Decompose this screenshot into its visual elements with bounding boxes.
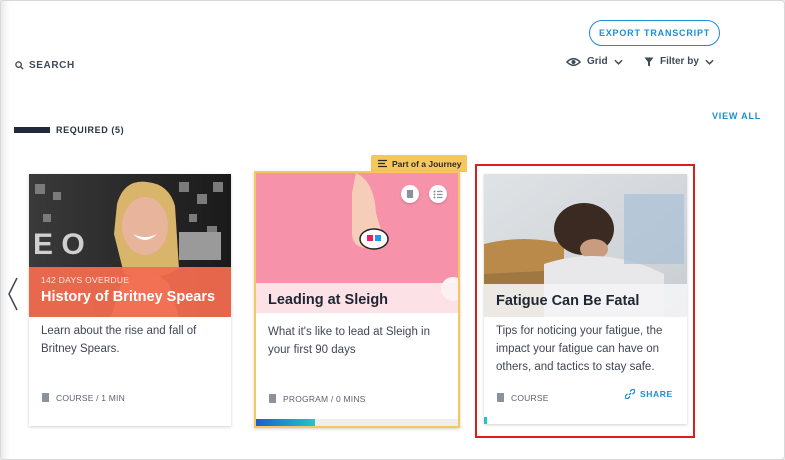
- export-transcript-button[interactable]: EXPORT TRANSCRIPT: [589, 20, 720, 46]
- book-icon: [269, 394, 276, 403]
- search-toggle[interactable]: SEARCH: [15, 60, 75, 71]
- card-meta-label: COURSE: [511, 392, 549, 403]
- progress-fill: [256, 419, 315, 426]
- share-label: SHARE: [640, 389, 673, 399]
- progress-track: [256, 419, 458, 426]
- progress-indicator: [484, 417, 487, 424]
- card-title-band: Leading at Sleigh: [256, 283, 458, 316]
- section-marker: [14, 127, 50, 133]
- card-title-band: Fatigue Can Be Fatal: [484, 284, 687, 317]
- journey-icon: [378, 159, 387, 168]
- journey-tag-label: Part of a Journey: [392, 158, 462, 169]
- course-card[interactable]: E O 142 DAYS OVERDUE History of Britney …: [29, 174, 231, 426]
- share-button[interactable]: SHARE: [625, 389, 673, 399]
- book-icon: [406, 190, 414, 198]
- search-icon: [15, 61, 24, 70]
- svg-text:E O: E O: [33, 228, 85, 261]
- card-meta-label: COURSE / 1 MIN: [56, 392, 125, 403]
- previous-arrow-icon[interactable]: [7, 276, 19, 312]
- view-all-link[interactable]: VIEW ALL: [712, 111, 761, 121]
- checklist-badge: [429, 185, 447, 203]
- chevron-down-icon: [705, 59, 714, 65]
- book-icon: [42, 393, 49, 402]
- link-icon: [625, 389, 635, 399]
- card-meta: PROGRAM / 0 MINS: [268, 393, 366, 404]
- card-meta: COURSE: [496, 392, 549, 403]
- filter-icon: [644, 57, 654, 66]
- section-heading: REQUIRED (5): [56, 125, 125, 135]
- overdue-status: 142 DAYS OVERDUE: [41, 275, 130, 285]
- checklist-icon: [433, 190, 443, 198]
- card-meta-label: PROGRAM / 0 MINS: [283, 393, 366, 404]
- view-mode-label: Grid: [587, 56, 608, 67]
- card-description: What it's like to lead at Sleigh in your…: [268, 326, 430, 356]
- card-title: Fatigue Can Be Fatal: [496, 292, 640, 309]
- view-mode-dropdown[interactable]: Grid: [566, 56, 623, 67]
- book-badge: [401, 185, 419, 203]
- card-description: Learn about the rise and fall of Britney…: [41, 325, 197, 355]
- program-card[interactable]: Leading at Sleigh What it's like to lead…: [254, 171, 460, 428]
- eye-icon: [566, 57, 581, 66]
- card-title: History of Britney Spears: [41, 289, 216, 305]
- search-label: SEARCH: [29, 60, 75, 71]
- learning-dashboard: EXPORT TRANSCRIPT SEARCH Grid Filter by …: [0, 0, 785, 460]
- journey-tag: Part of a Journey: [371, 155, 468, 172]
- export-transcript-label: EXPORT TRANSCRIPT: [598, 28, 711, 38]
- left-shade: [1, 1, 10, 459]
- card-meta: COURSE / 1 MIN: [41, 392, 125, 403]
- book-icon: [497, 393, 504, 402]
- course-card[interactable]: Fatigue Can Be Fatal Tips for noticing y…: [484, 174, 687, 424]
- filter-label: Filter by: [660, 56, 699, 67]
- chevron-down-icon: [613, 59, 623, 65]
- card-description: Tips for noticing your fatigue, the impa…: [496, 325, 663, 373]
- filter-dropdown[interactable]: Filter by: [644, 56, 714, 67]
- card-title: Leading at Sleigh: [268, 291, 389, 308]
